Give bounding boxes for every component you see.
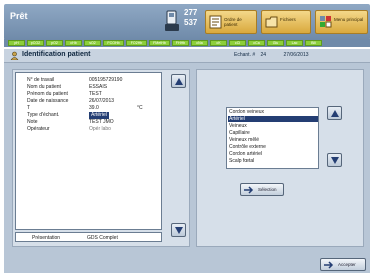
files-button[interactable]: Fichiers xyxy=(261,10,311,34)
field-label: Nom du patient xyxy=(27,84,61,90)
list-item[interactable]: Contrôle externe xyxy=(228,144,318,150)
tab-param[interactable]: cCa xyxy=(248,40,265,46)
field-value: TEST xyxy=(89,91,102,97)
count-bottom: 537 xyxy=(184,18,198,27)
main-menu-button[interactable]: Menu principal xyxy=(315,10,368,34)
patient-id-icon xyxy=(10,51,19,60)
scroll-down-button[interactable] xyxy=(171,223,186,237)
sample-date: 27/06/2013 xyxy=(283,52,309,58)
arrow-up-icon xyxy=(175,78,183,85)
tab-param[interactable]: FHHb xyxy=(172,40,189,46)
field-value: 005195729190 xyxy=(89,77,123,83)
presentation-label: Présentation xyxy=(32,235,61,241)
main-menu-label: Menu principal xyxy=(334,17,364,22)
tab-param[interactable]: cK xyxy=(210,40,227,46)
field-label: T xyxy=(27,105,31,111)
main-menu-icon xyxy=(320,16,332,28)
top-status-bar: Prêt 277 537 Ordre de patient Fichiers M… xyxy=(4,4,370,40)
field-label: Date de naissance xyxy=(27,98,69,104)
status-title: Prêt xyxy=(10,11,28,21)
field-value: 26/07/2013 xyxy=(89,98,115,104)
arrow-down-icon xyxy=(175,227,183,234)
tab-param[interactable]: FMetHb xyxy=(149,40,170,46)
select-label: Sélection xyxy=(258,187,277,192)
list-scroll-up-button[interactable] xyxy=(327,106,342,120)
list-item[interactable]: Cordon artériel xyxy=(228,151,318,157)
select-arrow-icon xyxy=(244,186,254,194)
list-item[interactable]: Veineux mêlé xyxy=(228,137,318,143)
field-value-selected: Artériel xyxy=(89,112,109,119)
list-item[interactable]: Scalp fœtal xyxy=(228,158,318,164)
field-value: Opér labo xyxy=(89,126,111,132)
tab-param[interactable]: cCl xyxy=(229,40,246,46)
list-scroll-down-button[interactable] xyxy=(327,153,342,167)
tab-param[interactable]: Lac xyxy=(286,40,303,46)
patient-order-icon xyxy=(209,15,222,29)
next-label: Accepter xyxy=(338,262,356,267)
presentation-value: GDS Complet xyxy=(87,235,118,241)
field-value: ESSAIS xyxy=(89,84,108,90)
field-label: Opérateur xyxy=(27,126,50,132)
bottom-bar xyxy=(4,250,370,273)
analyzer-screen: Prêt 277 537 Ordre de patient Fichiers M… xyxy=(0,0,374,277)
tab-param[interactable]: sO2 xyxy=(84,40,101,46)
sample-type-list[interactable]: Cordon veineux Artériel Veineux Capillai… xyxy=(226,107,319,169)
consumable-counts: 277 537 xyxy=(184,8,197,28)
files-label: Fichiers xyxy=(280,17,296,22)
arrow-down-icon xyxy=(331,157,339,164)
patient-info-list: N° de travail 005195729190 Nom du patien… xyxy=(15,72,162,230)
tab-param[interactable]: Bili xyxy=(305,40,322,46)
folder-icon xyxy=(265,16,278,28)
field-unit: °C xyxy=(137,105,143,111)
tab-param[interactable]: FCOHb xyxy=(103,40,124,46)
tab-param[interactable]: pCO2 xyxy=(27,40,44,46)
list-item-selected[interactable]: Artériel xyxy=(228,116,318,122)
next-button[interactable]: Accepter xyxy=(320,258,366,271)
arrow-up-icon xyxy=(331,110,339,117)
next-arrow-icon xyxy=(324,261,334,269)
tab-param[interactable]: cNa xyxy=(191,40,208,46)
select-button[interactable]: Sélection xyxy=(240,183,284,196)
field-label: Type d'échant. xyxy=(27,112,60,118)
tab-param[interactable]: pH xyxy=(8,40,25,46)
presentation-row[interactable]: Présentation GDS Complet xyxy=(15,232,162,242)
sample-info: Echant. # 24 27/06/2013 xyxy=(234,52,309,58)
field-label: Note xyxy=(27,119,38,125)
field-label: Prénom du patient xyxy=(27,91,68,97)
field-value: TEST JMO xyxy=(89,119,114,125)
section-header: Identification patient Echant. # 24 27/0… xyxy=(4,49,370,63)
tab-param[interactable]: cHb xyxy=(65,40,82,46)
count-top: 277 xyxy=(184,8,198,17)
list-item[interactable]: Cordon veineux xyxy=(228,109,318,115)
scroll-up-button[interactable] xyxy=(171,74,186,88)
list-item[interactable]: Capillaire xyxy=(228,130,318,136)
tab-param[interactable]: FO2Hb xyxy=(126,40,147,46)
tab-param[interactable]: pO2 xyxy=(46,40,63,46)
patient-order-button[interactable]: Ordre de patient xyxy=(205,10,257,34)
sample-number: 24 xyxy=(260,52,267,58)
list-item[interactable]: Veineux xyxy=(228,123,318,129)
parameter-tabs: pH pCO2 pO2 cHb sO2 FCOHb FO2Hb FMetHb F… xyxy=(4,39,370,47)
field-label: N° de travail xyxy=(27,77,55,83)
sample-label: Echant. # xyxy=(234,52,256,58)
field-value: 39.0 xyxy=(89,105,99,111)
page-title: Identification patient xyxy=(22,51,91,58)
analyzer-device-icon xyxy=(165,10,179,31)
patient-order-label: Ordre de patient xyxy=(224,17,242,27)
tab-param[interactable]: Glu xyxy=(267,40,284,46)
